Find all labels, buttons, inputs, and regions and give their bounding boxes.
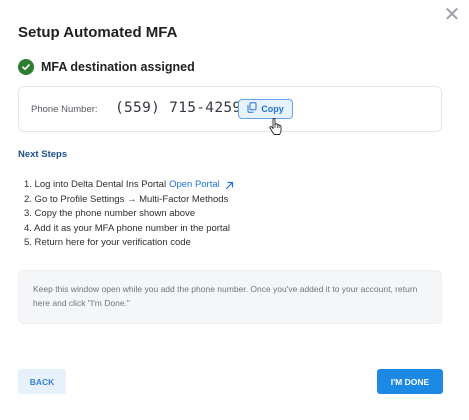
- open-portal-link[interactable]: Open Portal: [169, 178, 220, 193]
- step-item: 3. Copy the phone number shown above: [24, 207, 234, 222]
- back-button[interactable]: BACK: [18, 369, 66, 394]
- status-row: MFA destination assigned: [18, 59, 195, 75]
- phone-number-value: (559) 715-4259: [115, 100, 242, 116]
- step-item: 4. Add it as your MFA phone number in th…: [24, 222, 234, 237]
- external-link-icon[interactable]: [225, 181, 234, 190]
- step-text: 4. Add it as your MFA phone number in th…: [24, 222, 230, 234]
- copy-button[interactable]: Copy: [238, 99, 293, 119]
- phone-number-label: Phone Number:: [31, 104, 98, 115]
- step-text: 3. Copy the phone number shown above: [24, 208, 196, 219]
- close-icon[interactable]: ✕: [442, 4, 462, 24]
- dialog-title: Setup Automated MFA: [18, 24, 178, 41]
- step-item: 1. Log into Delta Dental Ins Portal Open…: [24, 178, 234, 193]
- step-text: 5. Return here for your verification cod…: [24, 237, 191, 248]
- step-text: 1. Log into Delta Dental Ins Portal: [24, 179, 167, 190]
- check-circle-icon: [18, 59, 34, 75]
- info-message: Keep this window open while you add the …: [18, 270, 442, 324]
- step-item: 2. Go to Profile Settings → Multi-Factor…: [24, 193, 234, 208]
- copy-button-label: Copy: [261, 104, 284, 114]
- step-text: 2. Go to Profile Settings → Multi-Factor…: [24, 193, 229, 205]
- phone-number-box: Phone Number: (559) 715-4259 Copy: [18, 86, 442, 132]
- next-steps-heading: Next Steps: [18, 149, 68, 160]
- copy-icon: [247, 100, 257, 118]
- hand-cursor-icon: [268, 118, 284, 136]
- step-item: 5. Return here for your verification cod…: [24, 236, 234, 251]
- im-done-button[interactable]: I'M DONE: [377, 369, 443, 394]
- steps-list: 1. Log into Delta Dental Ins Portal Open…: [24, 178, 234, 251]
- status-text: MFA destination assigned: [41, 60, 195, 74]
